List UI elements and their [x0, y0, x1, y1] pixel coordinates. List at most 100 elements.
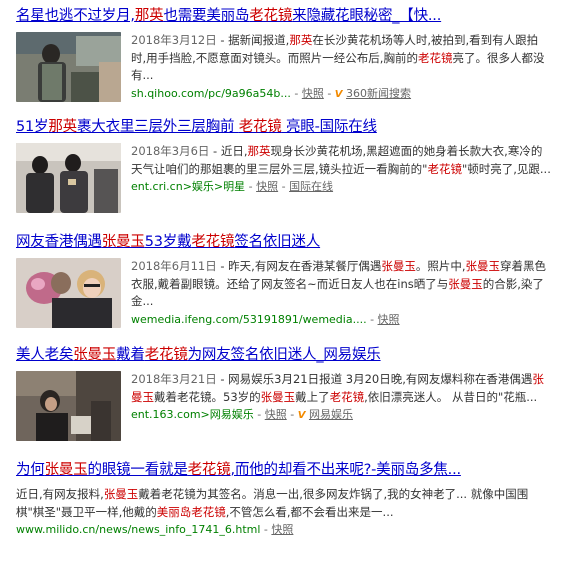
search-result: 网友香港偶遇张曼玉53岁戴老花镜签名依旧迷人 2018年6月11日 - 昨天,有…	[16, 232, 556, 328]
title-highlight: 张曼玉	[101, 234, 145, 250]
result-url[interactable]: ent.cri.cn>娱乐>明星	[131, 180, 245, 193]
separator: -	[245, 180, 257, 193]
result-url[interactable]: wemedia.ifeng.com/53191891/wemedia....	[131, 313, 367, 326]
result-content: 2018年3月21日 - 网易娱乐3月21日报道 3月20日晚,有网友爆料称在香…	[131, 371, 551, 424]
desc-text: "顿时亮了,见跟...	[461, 161, 551, 176]
desc-text: - 网易娱乐3月21日报道 3月20日晚,有网友爆料称在香港偶遇	[216, 372, 533, 386]
result-title-link[interactable]: 51岁那英裹大衣里三层外三层胸前 老花镜 亮眼-国际在线	[16, 117, 556, 137]
result-meta: www.milido.cn/news/news_info_1741_6.html…	[16, 522, 556, 538]
result-date: 2018年3月12日	[131, 33, 217, 47]
title-text: 来隐藏花眼秘密_【快...	[292, 8, 442, 24]
result-description: 2018年3月21日 - 网易娱乐3月21日报道 3月20日晚,有网友爆料称在香…	[131, 371, 551, 406]
desc-highlight: 张曼玉	[465, 259, 501, 273]
desc-highlight: 那英	[289, 33, 313, 47]
title-text: 戴着	[116, 347, 145, 363]
title-text: 亮眼-国际在线	[281, 119, 377, 135]
title-text: 美人老矣	[16, 347, 74, 363]
desc-text: - 近日,	[209, 144, 248, 158]
desc-highlight: 那英	[247, 144, 271, 158]
title-highlight: 老花镜	[187, 462, 231, 478]
title-text: 签名依旧迷人	[234, 234, 321, 250]
title-highlight: 那英	[48, 119, 77, 135]
separator: -	[366, 312, 378, 326]
desc-highlight: 老花镜	[427, 161, 462, 176]
desc-highlight: 张曼玉	[381, 259, 416, 273]
result-date: 2018年6月11日	[131, 259, 217, 273]
result-url[interactable]: ent.163.com>网易娱乐	[131, 408, 254, 421]
result-title-link[interactable]: 为何张曼玉的眼镜一看就是老花镜,而他的却看不出来呢?-美丽岛多焦...	[16, 460, 556, 480]
title-text: 为何	[16, 462, 45, 478]
separator: -	[286, 408, 298, 421]
title-highlight: 张曼玉	[44, 462, 88, 478]
result-description: 近日,有网友报料,张曼玉戴着老花镜为其签名。消息一出,很多网友炸锅了,我的女神老…	[16, 486, 551, 521]
separator: -	[260, 523, 272, 536]
result-meta: ent.163.com>网易娱乐 - 快照 - V 网易娱乐	[131, 407, 551, 424]
separator: -	[290, 86, 302, 100]
result-date: 2018年3月21日	[131, 372, 217, 386]
desc-text: 近日,有网友报料,	[16, 487, 104, 501]
result-content: 2018年3月6日 - 近日,那英现身长沙黄花机场,黑超遮面的她身着长款大衣,寒…	[131, 143, 551, 195]
desc-highlight: 张曼玉	[103, 487, 139, 501]
result-content: 2018年3月12日 - 据新闻报道,那英在长沙黄花机场等人时,被拍到,看到有人…	[131, 32, 551, 103]
title-highlight: 老花镜	[144, 347, 188, 363]
title-text: 51岁	[16, 119, 49, 135]
result-title-link[interactable]: 美人老矣张曼玉戴着老花镜为网友签名依旧迷人_网易娱乐	[16, 345, 556, 365]
desc-highlight: 张曼玉	[448, 276, 483, 291]
result-content: 2018年6月11日 - 昨天,有网友在香港某餐厅偶遇张曼玉。照片中,张曼玉穿着…	[131, 258, 551, 328]
snapshot-link[interactable]: 快照	[378, 313, 400, 326]
title-highlight: 张曼玉	[73, 347, 117, 363]
separator: -	[253, 408, 265, 421]
snapshot-link[interactable]: 快照	[265, 408, 287, 421]
title-highlight: 老花镜	[238, 119, 282, 135]
title-text: 53岁戴	[144, 234, 192, 250]
result-date: 2018年3月6日	[131, 144, 210, 158]
title-text: 网友香港偶遇	[16, 234, 102, 250]
separator: -	[278, 180, 290, 193]
title-highlight: 老花镜	[191, 234, 235, 250]
snapshot-link[interactable]: 快照	[302, 87, 324, 100]
desc-highlight: 老花镜	[329, 389, 365, 404]
source-link[interactable]: 国际在线	[289, 180, 333, 193]
verified-v-icon: V	[297, 410, 306, 421]
source-link[interactable]: 网易娱乐	[309, 408, 353, 421]
desc-text: 戴上了	[295, 389, 330, 404]
result-meta: ent.cri.cn>娱乐>明星 - 快照 - 国际在线	[131, 179, 551, 195]
result-thumbnail[interactable]	[16, 32, 121, 102]
desc-text: ,依旧漂亮迷人。 从昔日的"花瓶...	[364, 389, 538, 404]
desc-text: 。照片中,	[415, 259, 466, 273]
result-url[interactable]: sh.qihoo.com/pc/9a96a54b...	[131, 87, 291, 100]
desc-text: ,不管怎么看,都不会看出来是一...	[225, 504, 394, 519]
result-thumbnail[interactable]	[16, 258, 121, 328]
title-text: 也需要美丽岛	[163, 8, 250, 24]
result-url[interactable]: www.milido.cn/news/news_info_1741_6.html	[16, 523, 260, 536]
search-result: 为何张曼玉的眼镜一看就是老花镜,而他的却看不出来呢?-美丽岛多焦... 近日,有…	[16, 460, 556, 538]
result-description: 2018年3月6日 - 近日,那英现身长沙黄花机场,黑超遮面的她身着长款大衣,寒…	[131, 143, 551, 178]
title-text: 为网友签名依旧迷人_网易娱乐	[187, 347, 381, 363]
snapshot-link[interactable]: 快照	[271, 523, 293, 536]
result-title-link[interactable]: 名星也逃不过岁月,那英也需要美丽岛老花镜来隐藏花眼秘密_【快...	[16, 6, 556, 26]
search-result: 名星也逃不过岁月,那英也需要美丽岛老花镜来隐藏花眼秘密_【快... 2018年3…	[16, 6, 556, 102]
desc-text: - 昨天,有网友在香港某餐厅偶遇	[216, 259, 382, 273]
result-title-link[interactable]: 网友香港偶遇张曼玉53岁戴老花镜签名依旧迷人	[16, 232, 556, 252]
title-highlight: 那英	[134, 8, 164, 24]
title-text: 名星也逃不过岁月,	[16, 8, 135, 24]
desc-highlight: 美丽岛老花镜	[156, 504, 226, 519]
result-meta: wemedia.ifeng.com/53191891/wemedia.... -…	[131, 312, 551, 328]
result-thumbnail[interactable]	[16, 371, 121, 441]
result-thumbnail[interactable]	[16, 143, 121, 213]
verified-v-icon: V	[334, 88, 343, 100]
title-text: 的眼镜一看就是	[87, 462, 188, 478]
snapshot-link[interactable]: 快照	[256, 180, 278, 193]
result-meta: sh.qihoo.com/pc/9a96a54b... - 快照 - V 360…	[131, 86, 551, 103]
separator: -	[323, 86, 335, 100]
result-description: 2018年6月11日 - 昨天,有网友在香港某餐厅偶遇张曼玉。照片中,张曼玉穿着…	[131, 258, 551, 311]
source-link[interactable]: 360新闻搜索	[346, 87, 411, 100]
title-text: ,而他的却看不出来呢?-美丽岛多焦...	[230, 462, 462, 478]
desc-highlight: 张曼玉	[260, 389, 296, 404]
title-highlight: 老花镜	[249, 8, 293, 24]
desc-text: - 据新闻报道,	[216, 33, 290, 47]
title-text: 裹大衣里三层外三层胸前	[76, 119, 239, 135]
desc-text: 戴着老花镜。53岁的	[154, 389, 261, 404]
search-result: 美人老矣张曼玉戴着老花镜为网友签名依旧迷人_网易娱乐 2018年3月21日 - …	[16, 345, 556, 441]
result-description: 2018年3月12日 - 据新闻报道,那英在长沙黄花机场等人时,被拍到,看到有人…	[131, 32, 551, 85]
